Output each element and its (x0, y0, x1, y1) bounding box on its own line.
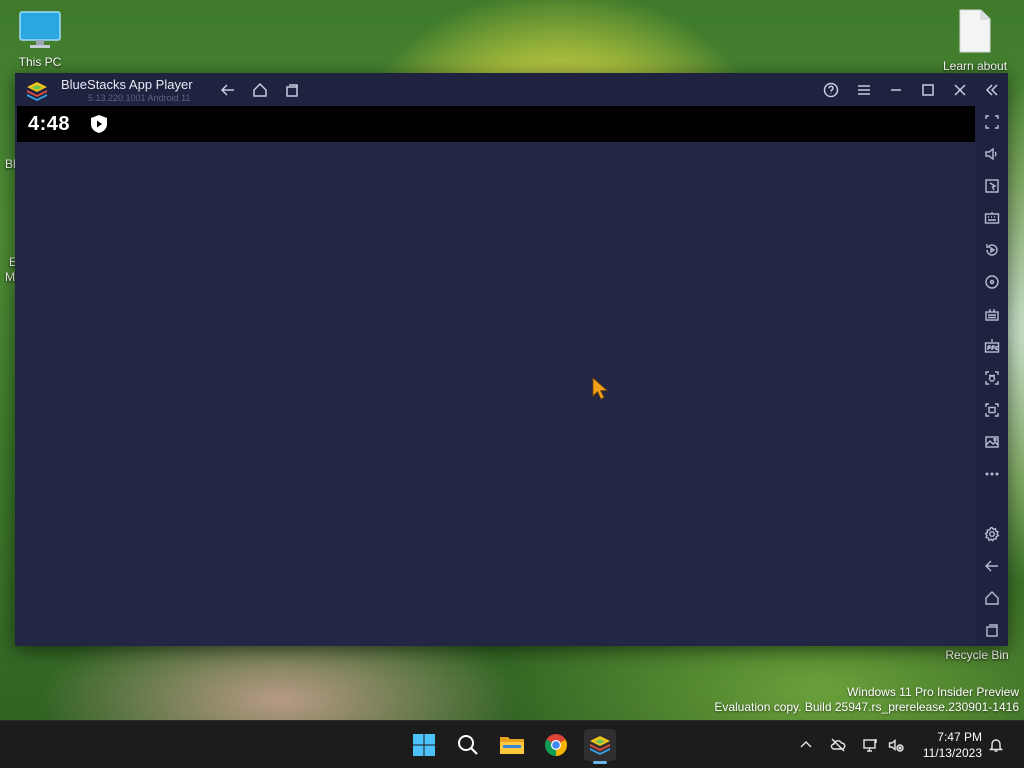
android-recents-button[interactable] (980, 618, 1004, 642)
watermark-line-2: Evaluation copy. Build 25947.rs_prerelea… (714, 700, 1019, 714)
start-button[interactable] (408, 729, 440, 761)
maximize-button[interactable] (916, 78, 940, 102)
desktop-icon-label: This PC (18, 55, 62, 69)
recent-apps-icon (286, 84, 298, 97)
android-status-bar: 4:48 (17, 106, 975, 142)
bluestacks-window: BlueStacks App Player 5.13.220.1001 Andr… (15, 73, 1008, 646)
keyboard-button[interactable] (980, 206, 1004, 230)
app-version: 5.13.220.1001 Android 11 (88, 93, 191, 103)
close-button[interactable] (948, 78, 972, 102)
recent-apps-icon (986, 624, 998, 637)
title-bar[interactable]: BlueStacks App Player 5.13.220.1001 Andr… (15, 73, 1008, 106)
android-screen[interactable] (17, 142, 975, 644)
home-icon (985, 591, 999, 605)
desktop-icon-recycle-bin[interactable]: Recycle Bin (942, 646, 1012, 662)
more-button[interactable] (980, 462, 1004, 486)
fullscreen-button[interactable] (980, 110, 1004, 134)
arrow-left-icon (220, 84, 234, 96)
bluestacks-logo-icon (590, 736, 610, 755)
rotate-button[interactable] (980, 270, 1004, 294)
pointer-button[interactable] (980, 174, 1004, 198)
network-button[interactable] (860, 735, 880, 755)
hamburger-icon (858, 85, 870, 95)
screenshot-icon (985, 371, 999, 385)
file-explorer-button[interactable] (496, 729, 528, 761)
search-icon (458, 735, 478, 755)
home-icon (253, 82, 267, 97)
keyboard-icon (984, 212, 1000, 224)
notifications-button[interactable] (986, 735, 1006, 755)
rotate-icon (985, 275, 999, 289)
close-icon (954, 84, 966, 96)
fullscreen-icon (985, 115, 999, 129)
search-button[interactable] (452, 729, 484, 761)
network-icon (863, 739, 877, 752)
home-button[interactable] (248, 78, 272, 102)
help-button[interactable] (819, 78, 843, 102)
media-manager-button[interactable] (980, 430, 1004, 454)
screenshot-button[interactable] (980, 366, 1004, 390)
windows-watermark: Windows 11 Pro Insider Preview Evaluatio… (714, 685, 1019, 715)
macro-icon (985, 309, 999, 321)
apk-icon (984, 339, 1000, 353)
folder-icon (500, 737, 524, 754)
windows-logo-icon (413, 734, 435, 756)
desktop-icon-label-fragment: M (5, 270, 15, 284)
bell-icon (988, 739, 1004, 752)
onedrive-button[interactable] (828, 735, 848, 755)
double-chevron-left-icon (985, 84, 998, 96)
chrome-button[interactable] (540, 729, 572, 761)
media-folder-icon (985, 436, 999, 448)
bluestacks-taskbar-button[interactable] (584, 729, 616, 764)
collapse-sidebar-button[interactable] (980, 78, 1004, 102)
settings-icon (984, 526, 1000, 542)
volume-tray-button[interactable] (886, 735, 906, 755)
desktop-icon-learn-about[interactable]: Learn about (940, 8, 1010, 73)
monitor-icon (19, 11, 61, 48)
volume-button[interactable] (980, 142, 1004, 166)
clock-date: 11/13/2023 (922, 746, 982, 760)
replay-icon (986, 244, 998, 256)
document-icon (959, 9, 991, 53)
volume-icon (985, 147, 997, 161)
install-apk-button[interactable] (980, 334, 1004, 358)
desktop-icon-label: Learn about (942, 59, 1008, 73)
recent-apps-button[interactable] (280, 78, 304, 102)
back-button[interactable] (216, 78, 240, 102)
android-back-button[interactable] (980, 554, 1004, 578)
running-indicator (593, 761, 607, 764)
clock-time: 7:47 PM (937, 730, 982, 744)
minimize-button[interactable] (884, 78, 908, 102)
show-hidden-icons-button[interactable] (796, 735, 816, 755)
taskbar-clock[interactable]: 7:47 PM 11/13/2023 (912, 729, 982, 761)
help-icon (823, 82, 839, 98)
desktop-icon-this-pc[interactable]: This PC (12, 10, 68, 69)
app-title: BlueStacks App Player (61, 77, 193, 92)
shield-icon (91, 115, 107, 133)
macro-button[interactable] (980, 302, 1004, 326)
taskbar: 7:47 PM 11/13/2023 (0, 720, 1024, 768)
menu-button[interactable] (852, 78, 876, 102)
watermark-line-1: Windows 11 Pro Insider Preview (847, 685, 1019, 699)
android-clock: 4:48 (28, 113, 71, 135)
back-icon (985, 560, 998, 572)
cloud-off-icon (830, 738, 846, 752)
minimize-icon (891, 89, 901, 91)
android-home-button[interactable] (980, 586, 1004, 610)
desktop-icon-label: Recycle Bin (945, 648, 1009, 662)
screen-record-button[interactable] (980, 398, 1004, 422)
replay-button[interactable] (980, 238, 1004, 262)
bluestacks-logo-icon (27, 82, 47, 101)
more-icon (985, 472, 999, 476)
maximize-icon (922, 84, 934, 96)
pointer-icon (985, 179, 999, 193)
bluestacks-sidebar (975, 106, 1008, 646)
settings-button[interactable] (980, 522, 1004, 546)
chevron-up-icon (800, 741, 812, 748)
screen-record-icon (985, 403, 999, 417)
chrome-icon (545, 734, 567, 756)
volume-muted-icon (888, 739, 904, 752)
mouse-cursor-icon (592, 377, 609, 400)
